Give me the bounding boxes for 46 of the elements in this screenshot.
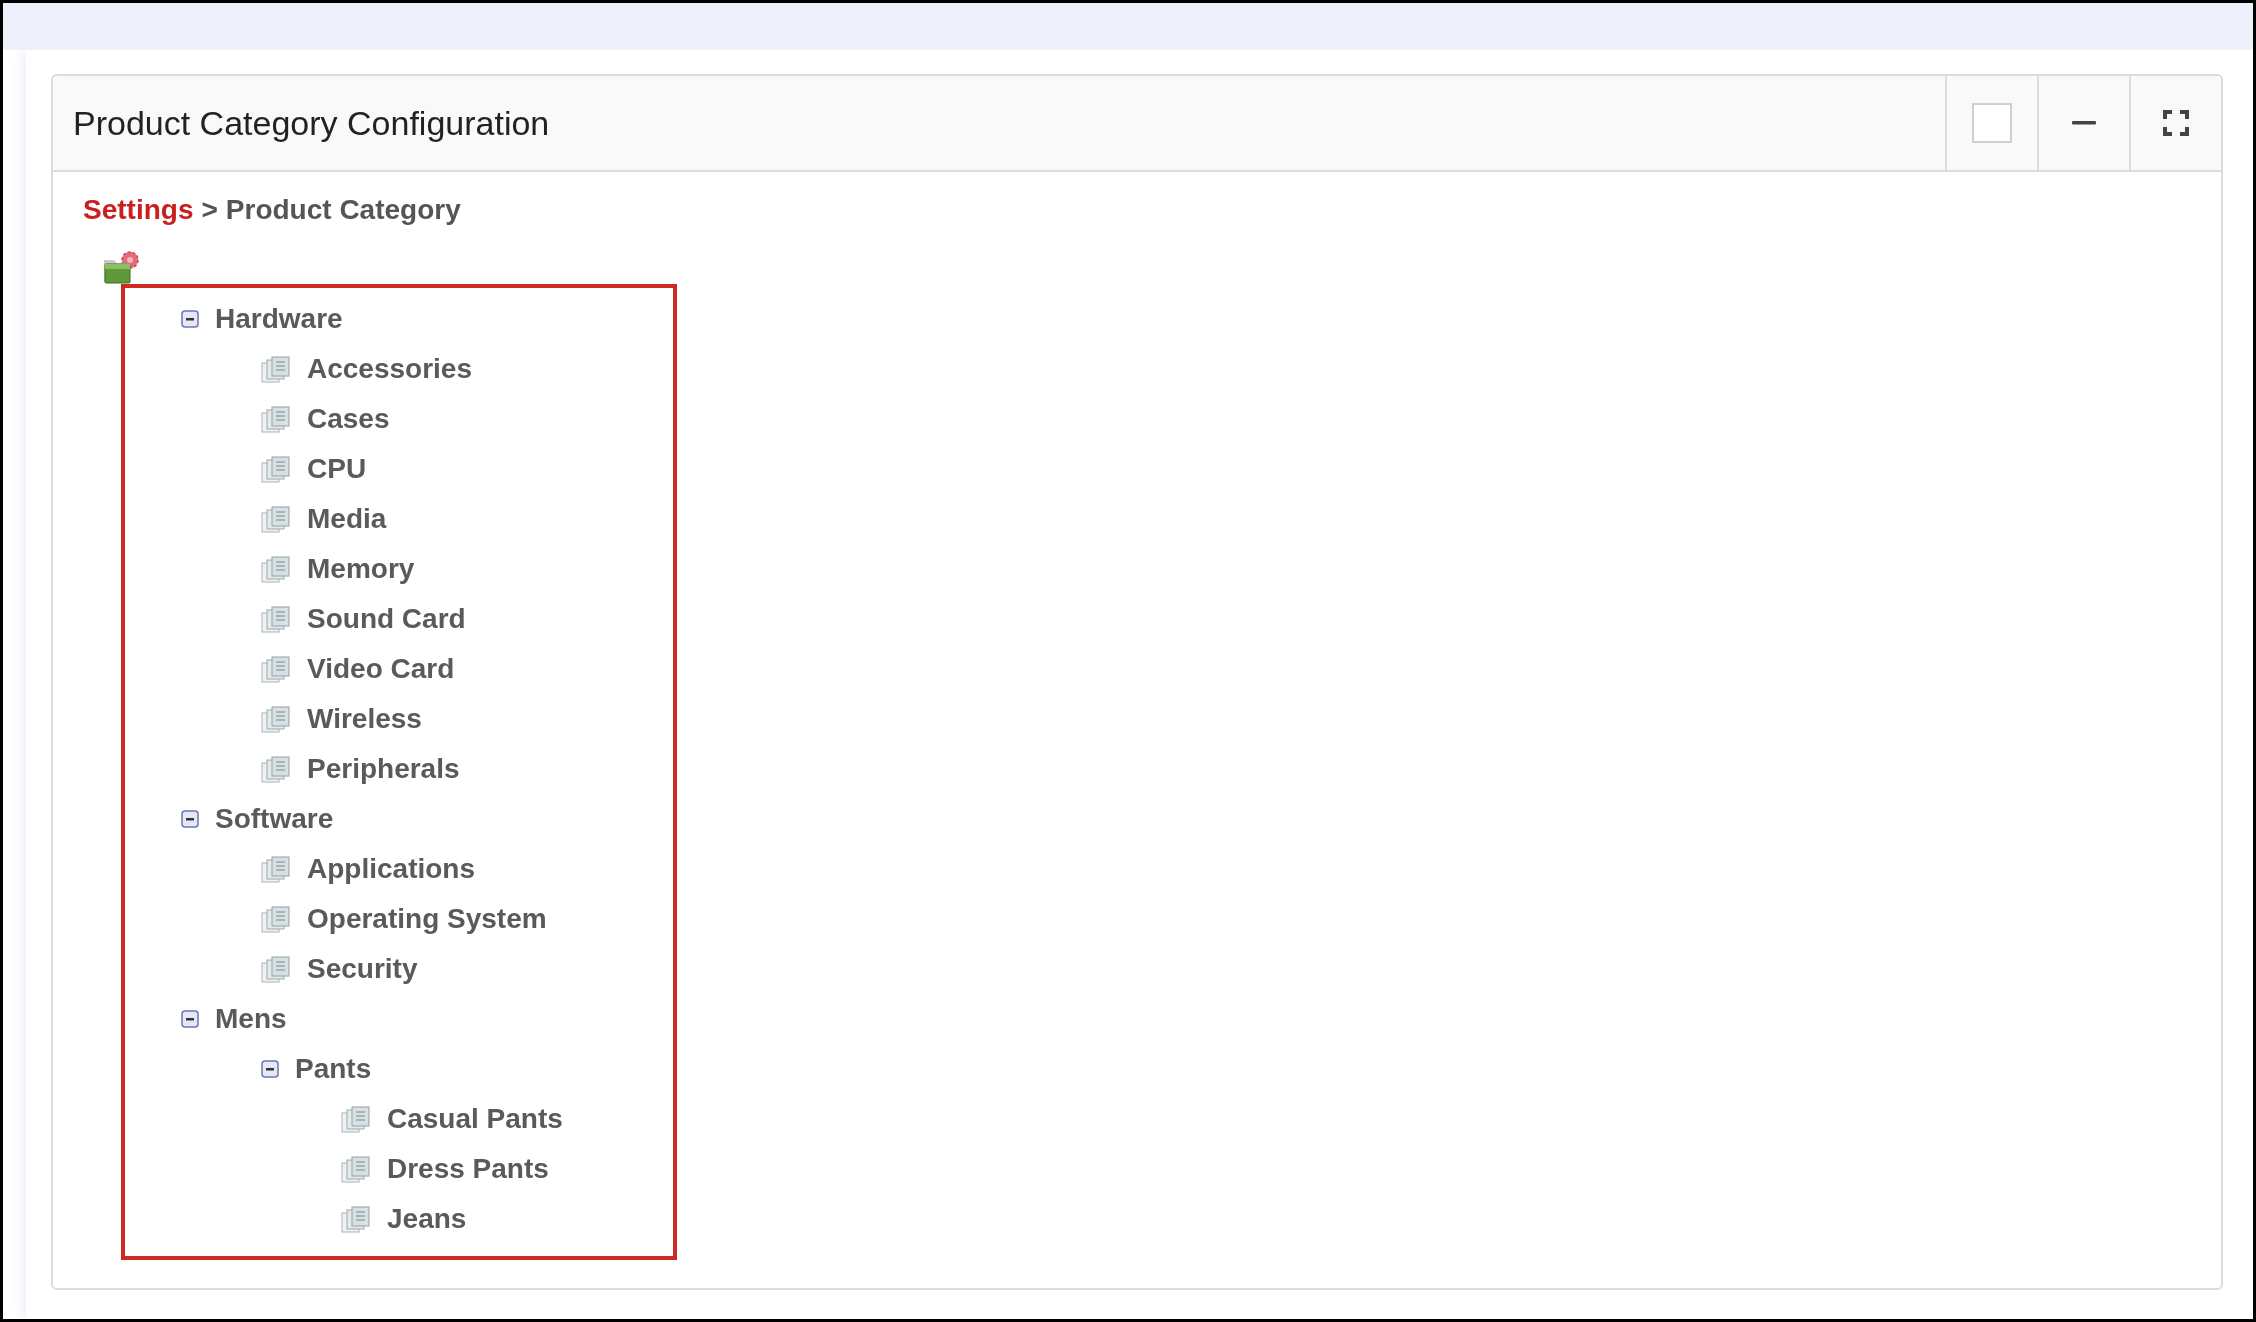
tree-node[interactable]: Security [307,953,418,985]
pages-icon [341,1155,371,1183]
pages-icon [261,405,291,433]
tree-node[interactable]: Media [307,503,387,535]
tree-node[interactable]: Wireless [307,703,422,735]
panel-title: Product Category Configuration [72,102,551,144]
pages-icon [261,855,291,883]
tree-node[interactable]: Mens [215,1003,287,1035]
pages-icon [261,955,291,983]
tree-node[interactable]: Casual Pants [387,1103,563,1135]
pages-icon [261,455,291,483]
settings-link[interactable]: Settings [83,194,194,226]
pages-icon [341,1105,371,1133]
tree-node[interactable]: Accessories [307,353,472,385]
breadcrumb-separator: > [201,194,218,226]
tree-node[interactable]: CPU [307,453,367,485]
pages-icon [261,655,291,683]
breadcrumb-current: Product Category [225,194,461,226]
pages-icon [261,555,291,583]
tree-node[interactable]: Operating System [307,903,547,935]
pages-icon [261,505,291,533]
square-icon [1972,103,2012,143]
fullscreen-icon [2163,110,2189,136]
pages-icon [261,605,291,633]
folder-gear-icon [102,250,140,284]
minus-icon [2072,121,2096,125]
tree-node[interactable]: Jeans [387,1203,467,1235]
tree-node[interactable]: Dress Pants [387,1153,549,1185]
tree-node[interactable]: Sound Card [307,603,466,635]
collapse-toggle-icon[interactable] [181,310,199,328]
tree-node[interactable]: Hardware [215,303,343,335]
pages-icon [261,705,291,733]
pages-icon [341,1205,371,1233]
tree-node[interactable]: Software [215,803,334,835]
pages-icon [261,755,291,783]
tree-node[interactable]: Memory [307,553,415,585]
tree-node[interactable]: Cases [307,403,390,435]
pages-icon [261,355,291,383]
tree-node[interactable]: Video Card [307,653,455,685]
tree-node[interactable]: Peripherals [307,753,460,785]
collapse-toggle-icon[interactable] [181,1010,199,1028]
tree-node[interactable]: Pants [295,1053,372,1085]
pages-icon [261,905,291,933]
collapse-toggle-icon[interactable] [261,1060,279,1078]
tree-node[interactable]: Applications [307,853,475,885]
collapse-toggle-icon[interactable] [181,810,199,828]
